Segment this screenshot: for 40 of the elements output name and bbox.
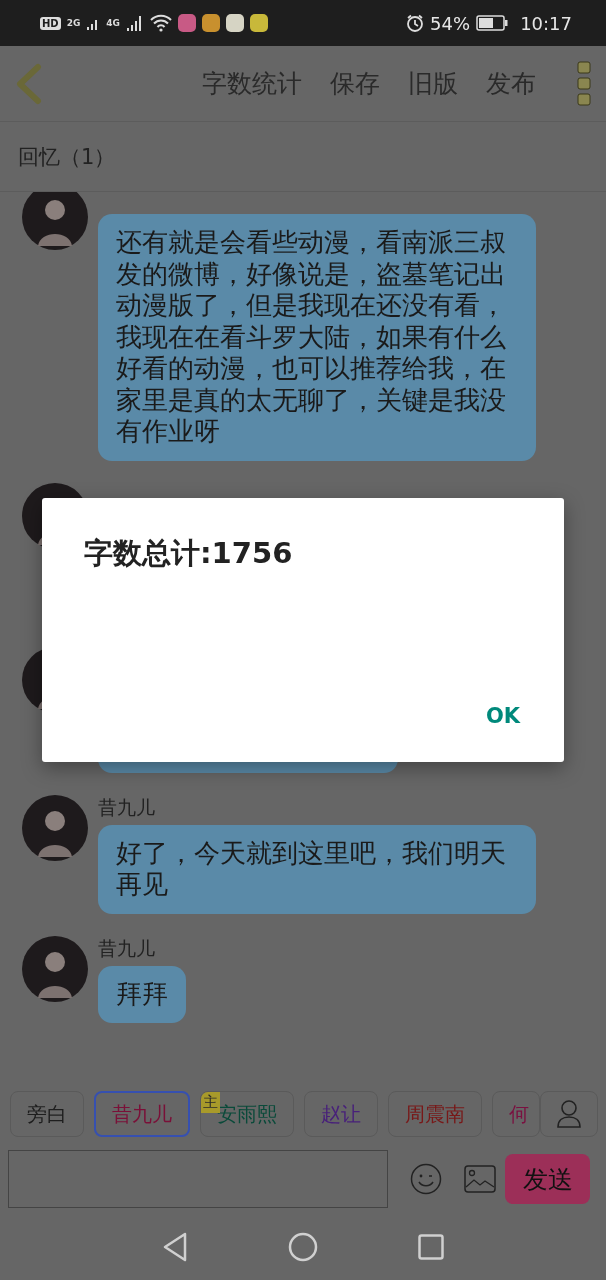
header-action[interactable]: 旧版 [408,67,458,100]
character-chip[interactable]: 赵让 [304,1091,378,1137]
network-label: 2G [66,18,81,28]
back-nav-icon[interactable] [162,1232,188,1262]
message-bubble: 拜拜 [98,965,186,1023]
avatar [22,794,88,861]
battery-icon [476,15,509,31]
emoji-icon[interactable] [410,1163,442,1195]
message-bubble: 还有就是会看些动漫，看南派三叔发的微博，好像说是，盗墓笔记出动漫版了，但是我现在还没有看，我现在在看斗罗大陆，如果有什么好看的动漫，也可以推荐给我，在家里是真的太无聊了，关键是我没有作业呀 [98,214,536,461]
ok-button[interactable]: OK [475,700,530,732]
header-action[interactable]: 保存 [330,67,380,100]
person-icon [556,1099,582,1129]
message-input[interactable] [8,1150,388,1208]
avatar [22,935,88,1002]
image-icon[interactable] [464,1165,496,1193]
message-bubble: 好了，今天就到这里吧，我们明天再见 [98,824,536,914]
alarm-icon [406,14,425,32]
header-action[interactable]: 发布 [486,67,536,100]
wifi-icon [150,14,172,32]
hd-label: HD [40,16,61,30]
more-icon[interactable] [576,59,592,108]
person-button[interactable] [540,1091,598,1137]
avatar [22,192,88,250]
character-chip[interactable]: 何 [492,1091,540,1137]
character-chip[interactable]: 旁白 [10,1091,84,1137]
chapter-title: 回忆（1） [18,143,116,171]
home-nav-icon[interactable] [288,1232,318,1262]
lead-badge: 主 [201,1092,220,1113]
signal-icon [126,14,144,32]
sender-name: 昔九儿 [98,794,156,819]
character-chip[interactable]: 昔九儿 [94,1091,190,1137]
send-button[interactable]: 发送 [505,1154,590,1204]
sender-name: 昔九儿 [98,935,156,960]
dialog-title: 字数总计:1756 [84,535,294,572]
network-label: 4G [106,18,120,28]
character-chip[interactable]: 周震南 [388,1091,482,1137]
clock-time: 10:17 [520,12,572,34]
recents-nav-icon[interactable] [418,1234,444,1260]
header-action[interactable]: 字数统计 [202,67,302,100]
battery-percent: 54% [430,12,471,34]
